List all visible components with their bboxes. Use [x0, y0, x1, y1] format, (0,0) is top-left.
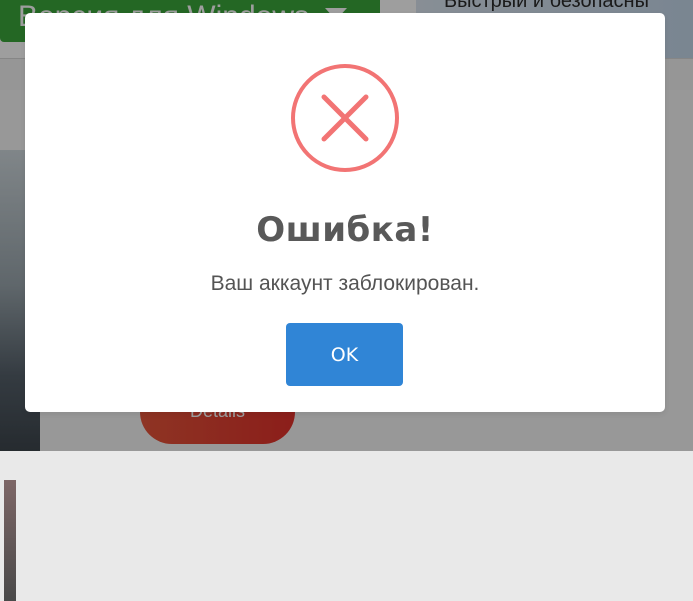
ok-button[interactable]: OK	[286, 323, 403, 386]
error-dialog: Ошибка! Ваш аккаунт заблокирован. OK	[25, 13, 665, 412]
dialog-message: Ваш аккаунт заблокирован.	[210, 272, 480, 295]
dialog-title: Ошибка!	[256, 210, 434, 250]
photo-detail	[4, 480, 16, 601]
error-x-icon	[290, 63, 400, 173]
